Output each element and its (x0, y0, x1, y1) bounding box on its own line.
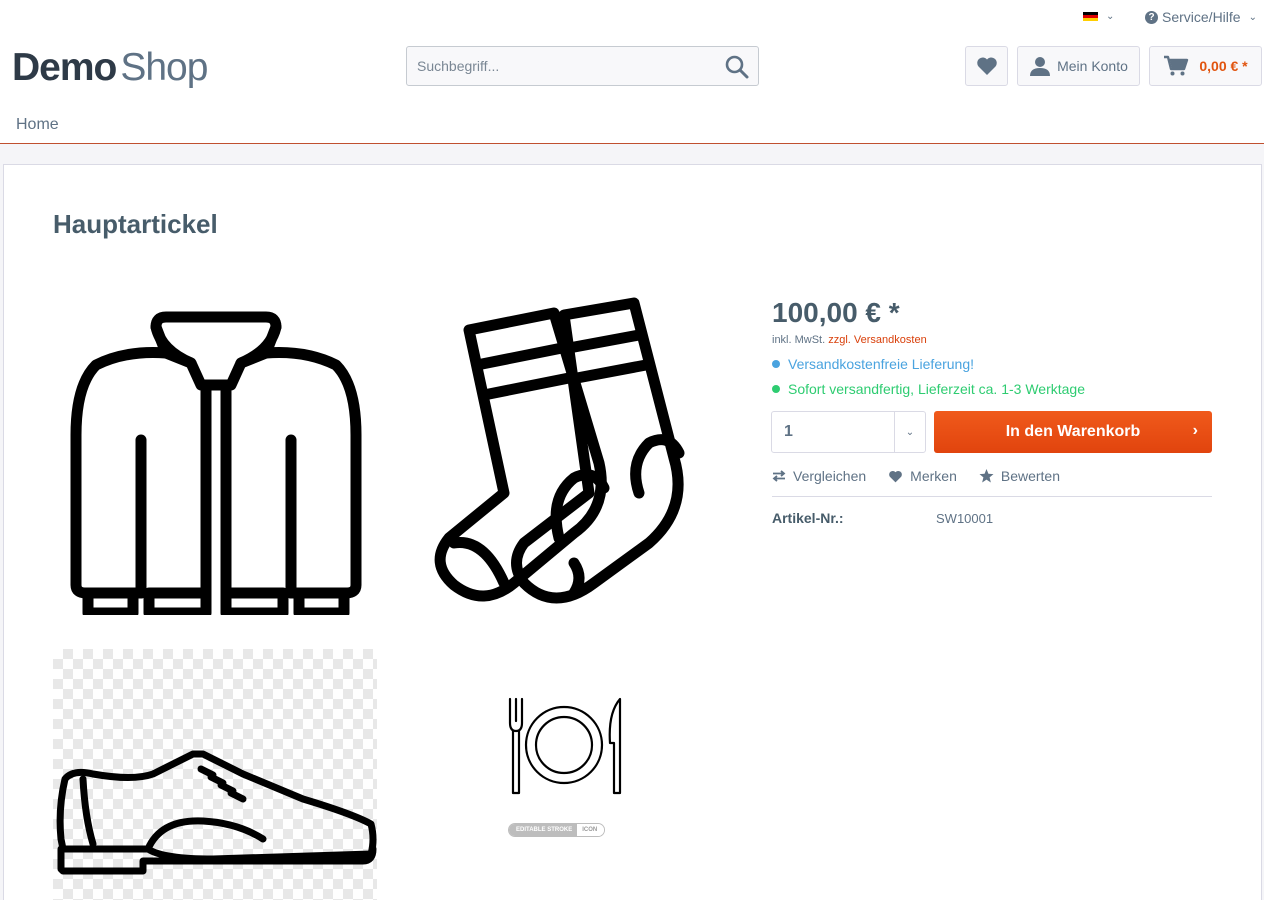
shoe-image[interactable] (53, 649, 377, 900)
shoe-icon (56, 750, 377, 875)
account-button[interactable]: Mein Konto (1017, 46, 1140, 86)
compare-link[interactable]: Vergleichen (772, 468, 866, 484)
remember-link[interactable]: Merken (888, 468, 957, 484)
shipping-cost-link[interactable]: zzgl. Versandkosten (828, 334, 926, 346)
star-icon (979, 469, 994, 483)
product-title: Hauptartickel (53, 209, 218, 239)
badge-left: EDITABLE STROKE (509, 824, 578, 836)
chevron-right-icon: › (1192, 422, 1198, 439)
chevron-down-icon: ⌄ (1106, 11, 1115, 22)
delivery-time-text: Sofort versandfertig, Lieferzeit ca. 1-3… (788, 381, 1085, 397)
shop-logo[interactable]: Demo Shop (12, 46, 208, 90)
jacket-icon[interactable] (66, 305, 366, 615)
question-icon: ? (1145, 10, 1158, 24)
german-flag-icon (1083, 11, 1098, 22)
delivery-free-info: Versandkostenfreie Lieferung! (772, 356, 974, 372)
product-detail: Hauptartickel EDITABLE STROKE ICON 100,0… (3, 164, 1262, 900)
quantity-select[interactable]: 1 ⌄ (771, 411, 926, 453)
tax-prefix: inkl. MwSt. (772, 334, 826, 346)
heart-icon (889, 470, 903, 482)
logo-demo: Demo (12, 46, 117, 89)
article-number-value: SW10001 (936, 511, 994, 526)
divider (772, 496, 1212, 497)
rate-label: Bewerten (1000, 468, 1061, 484)
cart-total: 0,00 € * (1199, 58, 1248, 74)
shop-header: DemoShop Mein Konto 0,00 € * Home (0, 36, 1264, 144)
service-menu[interactable]: ? Service/Hilfe ⌄ (1145, 9, 1257, 25)
tax-info: inkl. MwSt. zzgl. Versandkosten (772, 334, 927, 346)
add-to-cart-label: In den Warenkorb (1005, 423, 1141, 440)
compare-label: Vergleichen (793, 468, 867, 484)
product-price: 100,00 € * (772, 297, 900, 328)
search-box (406, 46, 759, 86)
account-label: Mein Konto (1057, 58, 1128, 74)
search-input[interactable] (407, 47, 707, 85)
product-actions: Vergleichen Merken Bewerten (772, 468, 1060, 484)
user-icon (1030, 57, 1051, 76)
search-icon[interactable] (724, 54, 750, 80)
wishlist-button[interactable] (965, 46, 1008, 86)
plate-cutlery-icon[interactable] (502, 693, 626, 797)
nav-item-home[interactable]: Home (16, 116, 59, 134)
service-label: Service/Hilfe (1162, 9, 1241, 25)
chevron-down-icon: ⌄ (1248, 11, 1257, 23)
heart-icon (976, 57, 997, 75)
language-switcher[interactable]: ⌄ (1083, 11, 1114, 22)
badge-right: ICON (577, 824, 605, 836)
cart-icon (1164, 55, 1189, 76)
chevron-down-icon[interactable]: ⌄ (894, 412, 925, 452)
logo-shop: Shop (120, 46, 208, 89)
editable-stroke-badge: EDITABLE STROKE ICON (508, 823, 606, 837)
status-dot-icon (772, 385, 780, 393)
remember-label: Merken (910, 468, 957, 484)
article-number-label: Artikel-Nr.: (772, 510, 844, 526)
info-dot-icon (772, 360, 780, 368)
cart-button[interactable]: 0,00 € * (1149, 46, 1262, 86)
rate-link[interactable]: Bewerten (979, 468, 1060, 484)
top-bar: ⌄ ? Service/Hilfe ⌄ (0, 0, 1264, 36)
quantity-value: 1 (784, 423, 793, 440)
add-to-cart-button[interactable]: In den Warenkorb › (934, 411, 1212, 453)
delivery-free-text: Versandkostenfreie Lieferung! (788, 356, 975, 372)
compare-icon (772, 470, 786, 482)
socks-icon[interactable] (424, 293, 714, 623)
delivery-time-info: Sofort versandfertig, Lieferzeit ca. 1-3… (772, 381, 1085, 397)
